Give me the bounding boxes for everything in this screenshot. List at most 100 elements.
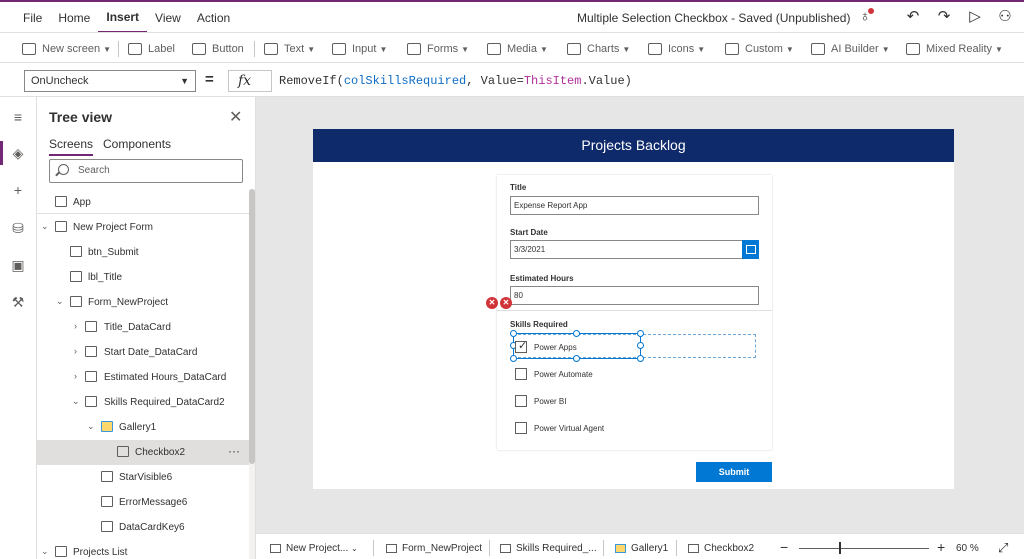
fx-button[interactable]: fx bbox=[228, 70, 272, 92]
tree-item-screen[interactable]: ⌄New Project Form bbox=[37, 215, 250, 240]
tree-item-skills-datacard[interactable]: ⌄Skills Required_DataCard2 bbox=[37, 390, 250, 415]
input-menu[interactable]: Input▼ bbox=[332, 40, 387, 58]
breadcrumb-datacard[interactable]: Skills Required_... bbox=[500, 543, 597, 554]
share-user-icon[interactable]: ⚇ bbox=[996, 8, 1014, 26]
resize-handle[interactable] bbox=[573, 330, 580, 337]
zoom-slider[interactable] bbox=[799, 548, 929, 549]
database-icon[interactable]: ⛁ bbox=[9, 219, 27, 237]
submit-button[interactable]: Submit bbox=[696, 462, 772, 482]
error-icon: ✕ bbox=[486, 297, 498, 309]
tools-icon[interactable]: ⚒ bbox=[9, 293, 27, 311]
title-label: Title bbox=[510, 183, 526, 192]
label-icon bbox=[70, 271, 82, 282]
status-bar: New Project... ⌄ Form_NewProject Skills … bbox=[256, 533, 1024, 559]
menu-file[interactable]: File bbox=[15, 4, 50, 32]
tree-item-gallery[interactable]: ⌄Gallery1 bbox=[37, 415, 250, 440]
charts-menu[interactable]: Charts▼ bbox=[567, 40, 630, 58]
media-icon[interactable]: ▣ bbox=[9, 256, 27, 274]
resize-handle[interactable] bbox=[510, 330, 517, 337]
header-title[interactable]: Projects Backlog bbox=[313, 129, 954, 162]
menu-action[interactable]: Action bbox=[189, 4, 238, 32]
plus-icon[interactable]: + bbox=[9, 181, 27, 199]
chevron-down-icon: ⌄ bbox=[72, 396, 80, 407]
tree-item-hours-datacard[interactable]: ›Estimated Hours_DataCard bbox=[37, 365, 250, 390]
text-icon bbox=[264, 43, 278, 55]
mixed-reality-menu[interactable]: Mixed Reality▼ bbox=[906, 40, 1003, 58]
tree-item-starvisible[interactable]: StarVisible6 bbox=[37, 465, 250, 490]
menu-view[interactable]: View bbox=[147, 4, 189, 32]
start-date-input[interactable]: 3/3/2021 bbox=[510, 240, 743, 259]
formula-input[interactable]: RemoveIf(colSkillsRequired, Value=ThisIt… bbox=[279, 74, 632, 88]
tree-item-lbl-title[interactable]: lbl_Title bbox=[37, 265, 250, 290]
redo-icon[interactable]: ↷ bbox=[935, 8, 953, 26]
resize-handle[interactable] bbox=[573, 355, 580, 362]
media-menu[interactable]: Media▼ bbox=[487, 40, 548, 58]
tree-scrollbar-thumb[interactable] bbox=[249, 189, 255, 464]
left-rail: ≡ ◈ + ⛁ ▣ ⚒ bbox=[0, 97, 37, 559]
zoom-value: 60 % bbox=[956, 543, 979, 554]
play-icon[interactable]: ▷ bbox=[966, 8, 984, 26]
hours-input[interactable]: 80 bbox=[510, 286, 759, 305]
new-project-form[interactable]: Title Expense Report App Start Date 3/3/… bbox=[497, 175, 772, 450]
form-icon bbox=[70, 296, 82, 307]
resize-handle[interactable] bbox=[637, 342, 644, 349]
calendar-icon[interactable] bbox=[742, 240, 759, 259]
tree-item-title-datacard[interactable]: ›Title_DataCard bbox=[37, 315, 250, 340]
button-button[interactable]: Button bbox=[192, 40, 244, 58]
tree-item-datacardkey[interactable]: DataCardKey6 bbox=[37, 515, 250, 540]
close-icon[interactable]: ✕ bbox=[229, 107, 242, 127]
undo-icon[interactable]: ↶ bbox=[904, 8, 922, 26]
tree-item-btn-submit[interactable]: btn_Submit bbox=[37, 240, 250, 265]
fit-to-window-icon[interactable]: ⤢ bbox=[998, 540, 1008, 556]
datacard-icon bbox=[85, 321, 97, 332]
gallery-icon bbox=[101, 421, 113, 432]
tab-screens[interactable]: Screens bbox=[49, 137, 93, 156]
title-input[interactable]: Expense Report App bbox=[510, 196, 759, 215]
search-input[interactable]: Search bbox=[49, 159, 243, 183]
tree-item-app[interactable]: App bbox=[37, 190, 250, 215]
tree-item-errormessage[interactable]: ErrorMessage6 bbox=[37, 490, 250, 515]
menu-insert[interactable]: Insert bbox=[98, 3, 147, 33]
chevron-down-icon: ⌄ bbox=[87, 421, 95, 432]
custom-icon bbox=[725, 43, 739, 55]
media-icon bbox=[487, 43, 501, 55]
chevron-down-icon: ⌄ bbox=[56, 296, 64, 307]
screen-icon bbox=[55, 546, 67, 557]
icons-menu[interactable]: Icons▼ bbox=[648, 40, 705, 58]
zoom-out-button[interactable]: − bbox=[780, 539, 788, 555]
custom-menu[interactable]: Custom▼ bbox=[725, 40, 794, 58]
layers-icon[interactable]: ◈ bbox=[9, 144, 27, 162]
hamburger-icon[interactable]: ≡ bbox=[9, 108, 27, 126]
forms-icon bbox=[407, 43, 421, 55]
more-options-icon[interactable]: ··· bbox=[228, 444, 240, 458]
tree-item-startdate-datacard[interactable]: ›Start Date_DataCard bbox=[37, 340, 250, 365]
menu-home[interactable]: Home bbox=[50, 4, 98, 32]
tab-components[interactable]: Components bbox=[103, 137, 171, 151]
hours-label: Estimated Hours bbox=[510, 274, 574, 283]
ai-builder-menu[interactable]: AI Builder▼ bbox=[811, 40, 890, 58]
datacard-icon bbox=[85, 371, 97, 382]
zoom-slider-thumb[interactable] bbox=[839, 542, 841, 554]
breadcrumb-gallery[interactable]: Gallery1 bbox=[615, 543, 668, 554]
chevron-down-icon: ⌄ bbox=[41, 221, 49, 232]
app-checker-badge bbox=[868, 8, 874, 14]
resize-handle[interactable] bbox=[637, 355, 644, 362]
breadcrumb-checkbox[interactable]: Checkbox2 bbox=[688, 543, 754, 554]
breadcrumb-form[interactable]: Form_NewProject bbox=[386, 543, 482, 554]
skills-label: Skills Required bbox=[510, 320, 568, 329]
tree-item-form[interactable]: ⌄Form_NewProject bbox=[37, 290, 250, 315]
new-screen-button[interactable]: New screen▼ bbox=[22, 40, 111, 58]
resize-handle[interactable] bbox=[637, 330, 644, 337]
text-menu[interactable]: Text▼ bbox=[264, 40, 315, 58]
tree-item-checkbox2[interactable]: Checkbox2··· bbox=[37, 440, 250, 465]
label-button[interactable]: Label bbox=[128, 40, 175, 58]
resize-handle[interactable] bbox=[510, 355, 517, 362]
datacard-icon bbox=[500, 544, 511, 553]
forms-menu[interactable]: Forms▼ bbox=[407, 40, 469, 58]
icons-icon bbox=[648, 43, 662, 55]
property-dropdown[interactable]: OnUncheck▼ bbox=[24, 70, 196, 92]
tree-item-projects-list[interactable]: ⌄Projects List bbox=[37, 540, 250, 559]
breadcrumb-screen[interactable]: New Project... ⌄ bbox=[270, 543, 358, 554]
label-icon bbox=[101, 521, 113, 532]
zoom-in-button[interactable]: + bbox=[937, 539, 945, 555]
